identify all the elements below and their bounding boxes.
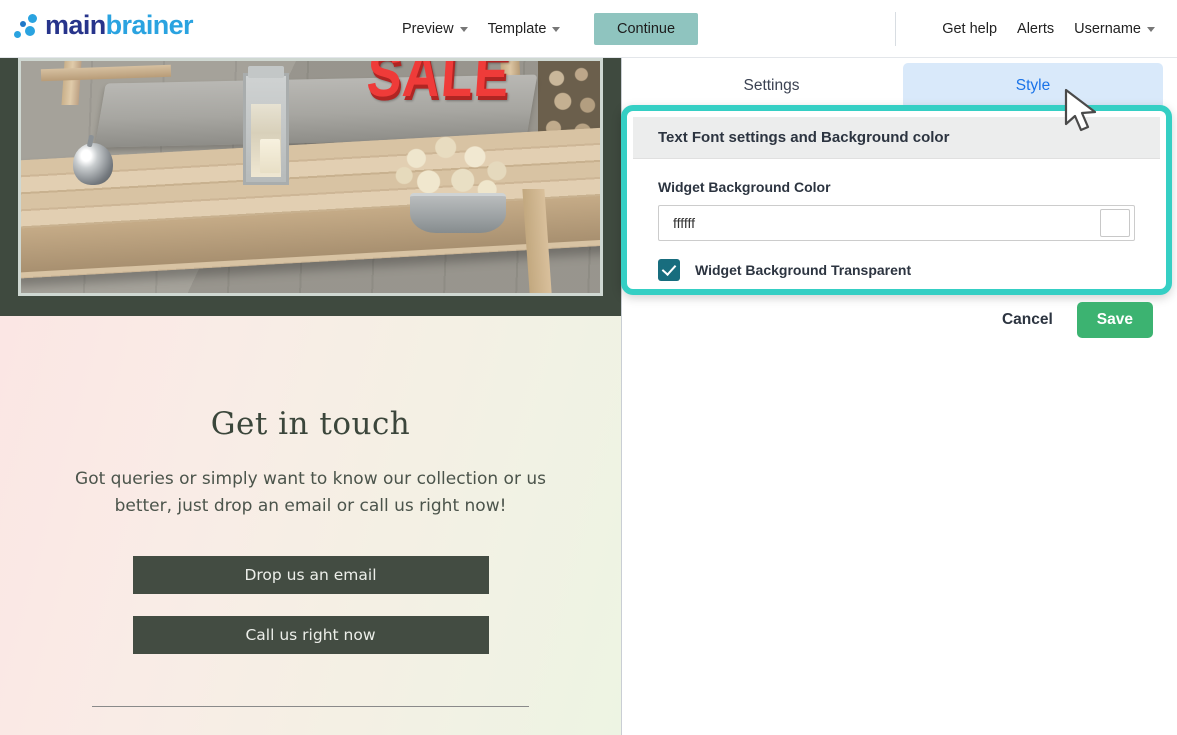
nav-label-username: Username <box>1074 21 1141 37</box>
hero-frame: SALE <box>0 58 621 316</box>
widget-bg-transparent-label: Widget Background Transparent <box>695 262 912 278</box>
section-header: Text Font settings and Background color <box>633 117 1160 159</box>
logo-dots-icon <box>12 13 42 39</box>
style-settings-panel: Text Font settings and Background color … <box>633 117 1160 283</box>
nav-label-get-help: Get help <box>942 21 998 37</box>
color-swatch-icon[interactable] <box>1100 209 1130 237</box>
email-preview-pane: SALE Get in touch Got queries or simply … <box>0 58 621 735</box>
drop-email-button[interactable]: Drop us an email <box>132 556 489 594</box>
chevron-down-icon <box>552 26 561 32</box>
hero-image[interactable]: SALE <box>18 58 603 296</box>
widget-bg-color-row <box>658 205 1135 241</box>
cancel-button[interactable]: Cancel <box>992 305 1063 335</box>
nav-item-template[interactable]: Template <box>478 0 571 58</box>
panel-actions: Cancel Save <box>622 302 1167 338</box>
main-nav: Preview Template <box>392 0 570 58</box>
contact-section: Get in touch Got queries or simply want … <box>0 316 621 735</box>
widget-bg-color-input[interactable] <box>659 215 1100 231</box>
nav-label-alerts: Alerts <box>1017 21 1055 37</box>
settings-pane: Settings Style Text Font settings and Ba… <box>621 58 1177 735</box>
nav-item-alerts[interactable]: Alerts <box>1007 0 1064 58</box>
section-divider <box>92 706 529 707</box>
nav-label-template: Template <box>487 21 547 37</box>
page-title: Get in touch <box>210 406 411 442</box>
logo-text-main: main <box>45 10 106 40</box>
hero-lantern <box>243 66 289 185</box>
call-now-button[interactable]: Call us right now <box>132 616 489 654</box>
contact-description: Got queries or simply want to know our c… <box>75 469 546 516</box>
user-nav: Get help Alerts Username <box>932 0 1165 58</box>
continue-button[interactable]: Continue <box>594 13 698 45</box>
logo-text-brainer: brainer <box>105 10 194 40</box>
tab-style[interactable]: Style <box>903 63 1163 109</box>
nav-item-preview[interactable]: Preview <box>392 0 478 58</box>
nav-label-preview: Preview <box>402 21 454 37</box>
mainbrainer-logo[interactable]: mainbrainer <box>12 10 194 40</box>
style-settings-highlight: Text Font settings and Background color … <box>621 105 1172 295</box>
widget-bg-color-label: Widget Background Color <box>658 179 831 195</box>
hero-metal-pot <box>73 143 113 185</box>
nav-item-username[interactable]: Username <box>1064 0 1165 58</box>
top-header: mainbrainer Preview Template Continue Ge… <box>0 0 1177 58</box>
app-root: mainbrainer Preview Template Continue Ge… <box>0 0 1177 735</box>
nav-item-get-help[interactable]: Get help <box>932 0 1007 58</box>
chevron-down-icon <box>1147 26 1155 32</box>
tab-settings[interactable]: Settings <box>640 63 903 109</box>
chevron-down-icon <box>459 26 468 32</box>
widget-bg-transparent-checkbox[interactable] <box>658 259 680 281</box>
hero-metal-bucket <box>410 193 506 233</box>
widget-bg-transparent-row: Widget Background Transparent <box>658 259 1160 281</box>
header-divider <box>895 12 896 46</box>
hero-sale-text: SALE <box>364 58 513 111</box>
save-button[interactable]: Save <box>1076 302 1153 338</box>
